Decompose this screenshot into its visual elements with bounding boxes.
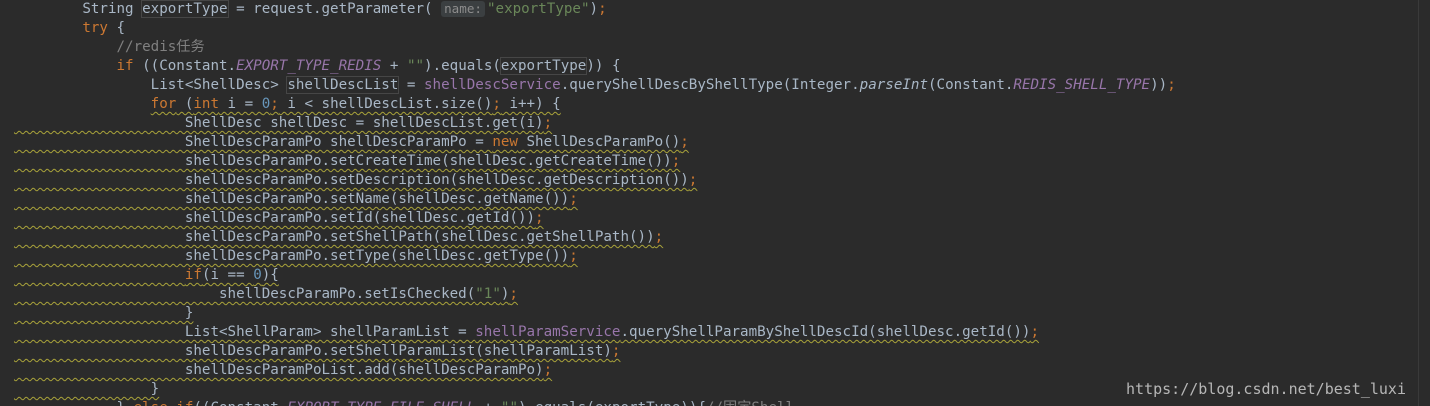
parameter-hint: name: xyxy=(441,1,486,17)
code-line[interactable]: for (int i = 0; i < shellDescList.size()… xyxy=(14,95,561,114)
code-line[interactable]: } xyxy=(14,380,160,399)
code-line[interactable]: shellDescParamPo.setIsChecked("1"); xyxy=(14,285,518,304)
code-line[interactable]: shellDescParamPo.setCreateTime(shellDesc… xyxy=(14,152,680,171)
code-line[interactable]: //redis任务 xyxy=(14,38,205,57)
code-line[interactable]: shellDescParamPo.setShellPath(shellDesc.… xyxy=(14,228,663,247)
code-line[interactable]: if(i == 0){ xyxy=(14,266,279,285)
code-line[interactable]: try { xyxy=(14,19,125,38)
code-line[interactable]: ShellDescParamPo shellDescParamPo = new … xyxy=(14,133,689,152)
code-line[interactable]: shellDescParamPo.setShellParamList(shell… xyxy=(14,342,621,361)
code-line[interactable]: } else if((Constant.EXPORT_TYPE_FILE_SHE… xyxy=(14,399,794,406)
code-line[interactable]: List<ShellParam> shellParamList = shellP… xyxy=(14,323,1039,342)
code-line[interactable]: shellDescParamPo.setId(shellDesc.getId()… xyxy=(14,209,544,228)
right-margin-guide xyxy=(1418,0,1419,406)
code-line[interactable]: String exportType = request.getParameter… xyxy=(14,0,607,19)
code-line[interactable]: List<ShellDesc> shellDescList = shellDes… xyxy=(14,76,1176,95)
watermark-text: https://blog.csdn.net/best_luxi xyxy=(1126,380,1406,398)
code-line[interactable]: if ((Constant.EXPORT_TYPE_REDIS + "").eq… xyxy=(14,57,621,76)
code-line[interactable]: shellDescParamPo.setDescription(shellDes… xyxy=(14,171,698,190)
code-editor[interactable]: String exportType = request.getParameter… xyxy=(0,0,1430,406)
code-line[interactable]: shellDescParamPo.setType(shellDesc.getTy… xyxy=(14,247,578,266)
code-line[interactable]: } xyxy=(14,304,194,323)
code-line[interactable]: shellDescParamPoList.add(shellDescParamP… xyxy=(14,361,552,380)
code-line[interactable]: ShellDesc shellDesc = shellDescList.get(… xyxy=(14,114,552,133)
code-line[interactable]: shellDescParamPo.setName(shellDesc.getNa… xyxy=(14,190,578,209)
